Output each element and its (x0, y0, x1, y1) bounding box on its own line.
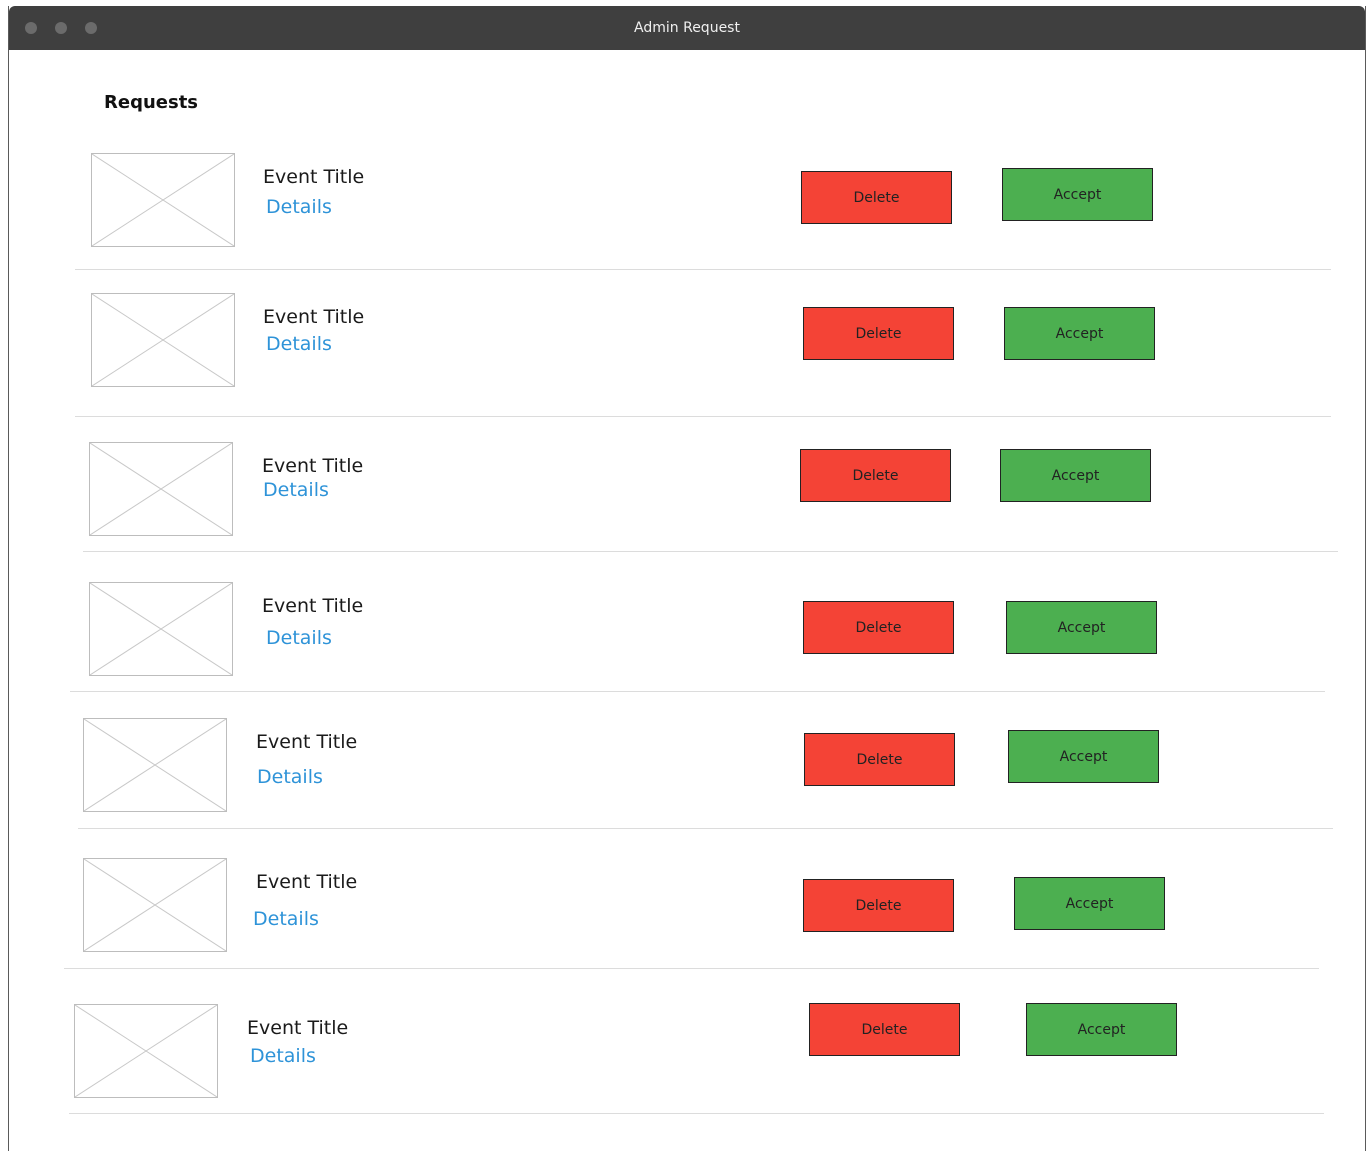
image-placeholder-icon (83, 718, 227, 812)
details-link[interactable]: Details (253, 908, 319, 930)
delete-button[interactable]: Delete (800, 449, 951, 502)
image-placeholder-icon (91, 153, 235, 247)
image-placeholder-icon (89, 582, 233, 676)
delete-button[interactable]: Delete (804, 733, 955, 786)
accept-button[interactable]: Accept (1000, 449, 1151, 502)
accept-button[interactable]: Accept (1026, 1003, 1177, 1056)
details-link[interactable]: Details (263, 479, 329, 501)
image-placeholder-icon (89, 442, 233, 536)
page-title: Requests (104, 92, 199, 113)
row-divider (78, 828, 1333, 829)
row-divider (70, 691, 1325, 692)
app-window: Admin Request Requests Event Title Detai… (8, 6, 1366, 1151)
event-title: Event Title (262, 595, 364, 617)
delete-button[interactable]: Delete (803, 601, 954, 654)
window-title: Admin Request (634, 20, 740, 36)
event-title: Event Title (247, 1017, 349, 1039)
row-divider (64, 968, 1319, 969)
details-link[interactable]: Details (266, 627, 332, 649)
row-divider (75, 416, 1331, 417)
event-title: Event Title (256, 871, 358, 893)
image-placeholder-icon (91, 293, 235, 387)
event-title: Event Title (256, 731, 358, 753)
details-link[interactable]: Details (257, 766, 323, 788)
row-divider (75, 269, 1331, 270)
accept-button[interactable]: Accept (1004, 307, 1155, 360)
details-link[interactable]: Details (250, 1045, 316, 1067)
accept-button[interactable]: Accept (1006, 601, 1157, 654)
delete-button[interactable]: Delete (803, 879, 954, 932)
event-title: Event Title (262, 455, 364, 477)
title-bar: Admin Request (9, 6, 1365, 50)
delete-button[interactable]: Delete (801, 171, 952, 224)
details-link[interactable]: Details (266, 196, 332, 218)
event-title: Event Title (263, 166, 365, 188)
image-placeholder-icon (83, 858, 227, 952)
accept-button[interactable]: Accept (1002, 168, 1153, 221)
details-link[interactable]: Details (266, 333, 332, 355)
row-divider (69, 1113, 1324, 1114)
row-divider (83, 551, 1338, 552)
image-placeholder-icon (74, 1004, 218, 1098)
accept-button[interactable]: Accept (1008, 730, 1159, 783)
event-title: Event Title (263, 306, 365, 328)
accept-button[interactable]: Accept (1014, 877, 1165, 930)
delete-button[interactable]: Delete (809, 1003, 960, 1056)
delete-button[interactable]: Delete (803, 307, 954, 360)
